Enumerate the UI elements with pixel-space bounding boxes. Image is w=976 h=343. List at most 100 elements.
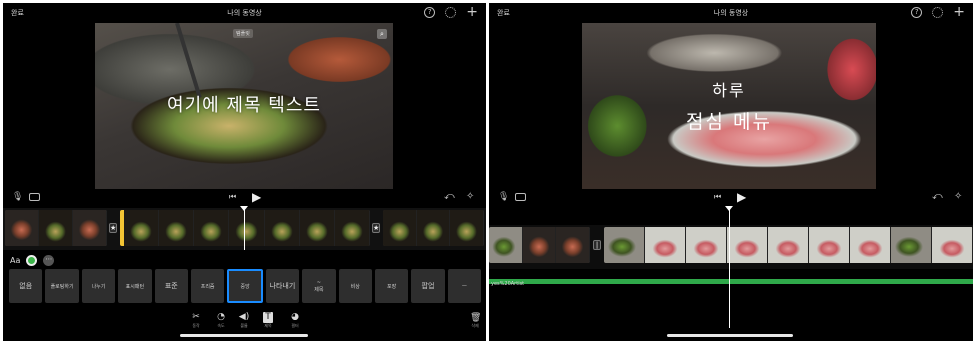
top-bar: 완료 나의 동영상 ? + — [489, 3, 973, 23]
undo-icon[interactable]: ⤺ — [932, 191, 943, 202]
title-line-2[interactable]: 점심 메뉴 — [582, 107, 876, 134]
title-preset[interactable]: 없음 — [9, 269, 43, 303]
title-preset[interactable]: 중앙 — [227, 269, 263, 303]
add-media-icon[interactable]: + — [466, 5, 478, 19]
clip-frame — [850, 227, 891, 263]
clip-frame — [932, 227, 973, 263]
undo-icon[interactable]: ⤺ — [444, 191, 455, 202]
font-button[interactable]: Aa — [10, 256, 20, 265]
title-preset[interactable]: 표시패턴 — [118, 269, 152, 303]
clip-3[interactable] — [383, 210, 484, 246]
tool-label: 필터 — [291, 323, 299, 328]
tool-label: 제목 — [264, 323, 272, 328]
clip-frame — [194, 210, 230, 246]
camera-icon[interactable] — [515, 193, 526, 201]
clip-frame — [5, 210, 39, 246]
clip-frame — [891, 227, 932, 263]
left-editor-pane: 완료 나의 동영상 ? + 템플릿 ⌕ 여기에 제목 텍스트 🎙 ⏮ ▶ ⤺ ✧… — [3, 3, 486, 341]
clip-2[interactable] — [604, 227, 973, 263]
top-bar: 완료 나의 동영상 ? + — [3, 3, 486, 23]
video-preview[interactable]: 하루 점심 메뉴 — [582, 23, 876, 189]
play-icon[interactable]: ▶ — [252, 190, 261, 204]
clip-frame — [124, 210, 160, 246]
playback-controls: 🎙 ⏮ ▶ ⤺ ✧ — [3, 189, 486, 207]
skip-back-icon[interactable]: ⏮ — [714, 192, 721, 202]
title-preset[interactable]: 플로팅하기 — [45, 269, 79, 303]
playback-controls: 🎙 ⏮ ▶ ⤺ ✧ — [489, 189, 973, 207]
clip-frame — [645, 227, 686, 263]
title-preset[interactable]: 비상 — [338, 269, 372, 303]
title-preset[interactable]: 나타내기 — [265, 269, 300, 303]
mic-icon[interactable]: 🎙 — [12, 192, 23, 202]
video-preview[interactable]: 템플릿 ⌕ 여기에 제목 텍스트 — [95, 23, 393, 189]
mic-icon[interactable]: 🎙 — [498, 192, 509, 202]
clip-1[interactable] — [5, 210, 107, 246]
playhead[interactable] — [729, 208, 730, 328]
audio-track-label: yes%20Artist — [491, 281, 525, 287]
clip-frame — [229, 210, 265, 246]
skip-back-icon[interactable]: ⏮ — [229, 192, 236, 202]
title-preset[interactable]: ~ 제목 — [302, 269, 336, 303]
top-icons: ? + — [424, 5, 478, 19]
play-icon[interactable]: ▶ — [737, 190, 746, 204]
audio-wave-icon[interactable]: ✧ — [954, 191, 962, 202]
volume-tool[interactable]: ◀) 볼륨 — [235, 312, 253, 329]
help-icon[interactable]: ? — [424, 6, 436, 18]
clip-frame — [299, 210, 335, 246]
clip-frame — [264, 210, 300, 246]
transition-icon[interactable]: | — [593, 240, 601, 250]
clip-frame — [727, 227, 768, 263]
timeline[interactable]: | — [489, 225, 973, 269]
title-preset[interactable]: 팝업 — [411, 269, 445, 303]
title-preset[interactable]: 나누기 — [81, 269, 116, 303]
clip-2-selected[interactable] — [120, 210, 370, 246]
title-line-1[interactable]: 하루 — [582, 77, 876, 101]
home-indicator — [180, 334, 308, 337]
help-icon[interactable]: ? — [911, 6, 923, 18]
add-media-icon[interactable]: + — [953, 5, 965, 19]
clip-frame — [604, 227, 645, 263]
title-style-presets: 없음 플로팅하기 나누기 표시패턴 표준 프리즘 중앙 나타내기 ~ 제목 비상 포장 팝업 — — [9, 269, 482, 303]
clip-frame — [556, 227, 590, 263]
speed-tool[interactable]: ◔ 속도 — [212, 312, 230, 329]
title-tool[interactable]: T 제목 — [259, 312, 277, 329]
volume-icon: ◀) — [238, 312, 250, 322]
filter-tool[interactable]: ◕ 필터 — [286, 312, 304, 329]
camera-icon[interactable] — [29, 193, 40, 201]
clip-frame — [39, 210, 73, 246]
magnifier-icon[interactable]: ⌕ — [377, 29, 387, 39]
settings-icon[interactable] — [932, 6, 944, 18]
trash-icon: 🗑 — [470, 313, 482, 323]
delete-button[interactable]: 🗑 삭제 — [470, 313, 482, 329]
clip-frame — [159, 210, 195, 246]
playhead[interactable] — [244, 208, 245, 250]
project-title: 나의 동영상 — [227, 9, 262, 17]
transition-icon[interactable]: ★ — [109, 223, 117, 233]
bbq-scene-image — [582, 23, 876, 189]
clip-frame — [522, 227, 557, 263]
title-preset[interactable]: — — [447, 269, 482, 303]
audio-wave-icon[interactable]: ✧ — [466, 191, 474, 202]
project-title: 나의 동영상 — [713, 9, 749, 17]
template-badge: 템플릿 — [233, 29, 253, 38]
inspector-toolbar: ✂ 동작 ◔ 속도 ◀) 볼륨 T 제목 ◕ 필터 — [3, 312, 486, 334]
clip-frame — [383, 210, 417, 246]
settings-icon[interactable] — [445, 6, 457, 18]
audio-track[interactable] — [489, 279, 973, 284]
clip-frame — [809, 227, 850, 263]
tool-label: 동작 — [192, 323, 200, 328]
clip-1[interactable] — [489, 227, 590, 263]
title-style-row: Aa ⋯ — [3, 252, 486, 268]
filter-icon: ◕ — [291, 312, 299, 322]
title-preset[interactable]: 포장 — [374, 269, 409, 303]
transition-icon[interactable]: ★ — [372, 223, 380, 233]
tool-label: 속도 — [217, 323, 225, 328]
clip-frame — [686, 227, 727, 263]
delete-label: 삭제 — [471, 323, 479, 328]
title-preset[interactable]: 프리즘 — [190, 269, 225, 303]
cut-tool[interactable]: ✂ 동작 — [187, 312, 205, 329]
more-options-icon[interactable]: ⋯ — [43, 254, 55, 266]
title-overlay-text[interactable]: 여기에 제목 텍스트 — [95, 91, 393, 117]
title-preset[interactable]: 표준 — [154, 269, 188, 303]
color-swatch[interactable] — [26, 254, 38, 266]
